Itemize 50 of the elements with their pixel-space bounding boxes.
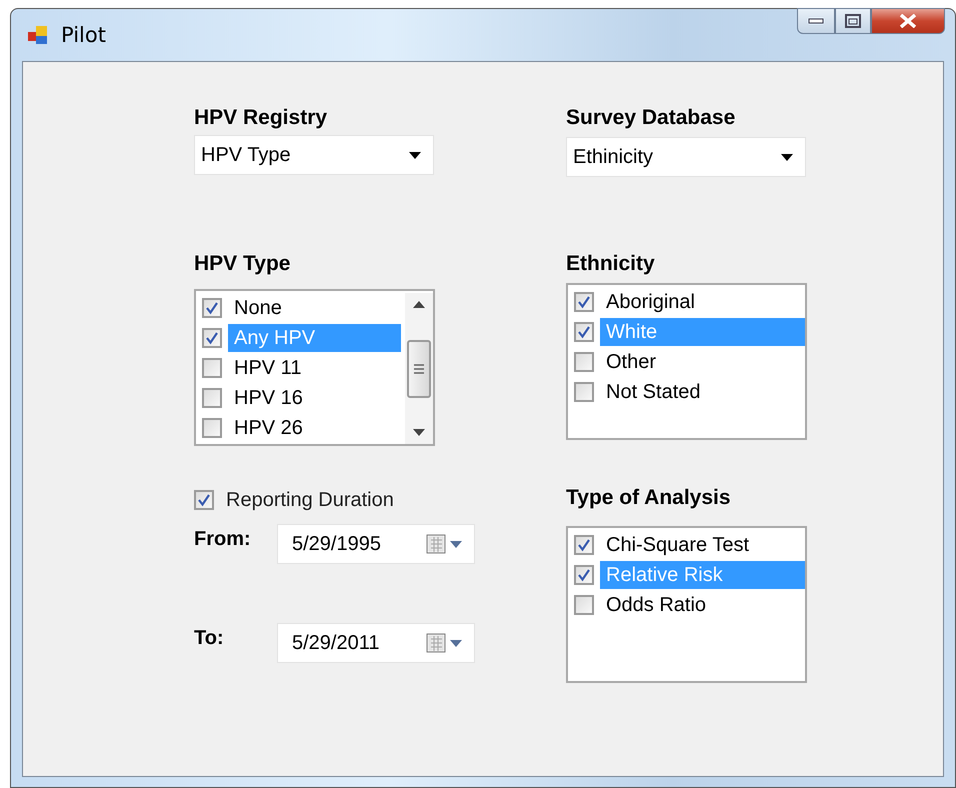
date-picker[interactable]: 5/29/2011 xyxy=(277,623,475,663)
list-item[interactable]: Other xyxy=(600,348,805,376)
group-label: Survey Database xyxy=(566,106,736,130)
group-label: Ethnicity xyxy=(566,252,656,276)
scroll-down-icon[interactable] xyxy=(413,429,425,436)
list-item[interactable]: Chi-Square Test xyxy=(600,531,805,559)
checkbox[interactable] xyxy=(202,358,222,378)
list-item[interactable]: HPV 26 xyxy=(228,414,401,442)
maximize-icon xyxy=(845,14,861,28)
close-button[interactable] xyxy=(871,8,945,34)
dropdown[interactable]: HPV Type xyxy=(194,135,434,175)
checkbox[interactable] xyxy=(574,382,594,402)
checkbox[interactable] xyxy=(574,595,594,615)
field-label: From: xyxy=(194,527,252,551)
checkbox-label: Reporting Duration xyxy=(226,488,394,512)
group-label: Type of Analysis xyxy=(566,486,732,510)
caret-icon xyxy=(781,154,793,160)
maximize-button[interactable] xyxy=(835,8,871,34)
checkbox[interactable] xyxy=(574,565,594,585)
checkbox[interactable] xyxy=(202,298,222,318)
list-item[interactable]: Not Stated xyxy=(600,378,805,406)
caret-icon xyxy=(409,152,421,158)
group-label: HPV Registry xyxy=(194,106,328,130)
checkbox[interactable] xyxy=(202,328,222,348)
checkbox[interactable] xyxy=(574,535,594,555)
checkbox[interactable] xyxy=(202,388,222,408)
scroll-thumb[interactable] xyxy=(407,340,431,398)
list-item[interactable]: None xyxy=(228,294,401,322)
scrollbar[interactable] xyxy=(405,293,433,444)
window-title: Pilot xyxy=(61,23,106,47)
checkbox[interactable] xyxy=(574,322,594,342)
app-icon xyxy=(27,24,49,46)
minimize-button[interactable] xyxy=(797,8,835,34)
group-label: HPV Type xyxy=(194,252,292,276)
checkbox[interactable] xyxy=(574,352,594,372)
minimize-icon xyxy=(808,18,824,24)
list-item[interactable]: Odds Ratio xyxy=(600,591,805,619)
calendar-icon xyxy=(426,533,464,555)
checkbox[interactable] xyxy=(202,418,222,438)
close-icon xyxy=(899,14,917,28)
list-item[interactable]: HPV 11 xyxy=(228,354,401,382)
scroll-up-icon[interactable] xyxy=(413,301,425,308)
calendar-icon xyxy=(426,632,464,654)
list-item[interactable]: Aboriginal xyxy=(600,288,805,316)
list-item[interactable]: HPV 16 xyxy=(228,384,401,412)
dropdown[interactable]: Ethinicity xyxy=(566,137,806,177)
checkbox[interactable] xyxy=(574,292,594,312)
checkbox[interactable] xyxy=(194,490,214,510)
field-label: To: xyxy=(194,626,225,650)
date-picker[interactable]: 5/29/1995 xyxy=(277,524,475,564)
